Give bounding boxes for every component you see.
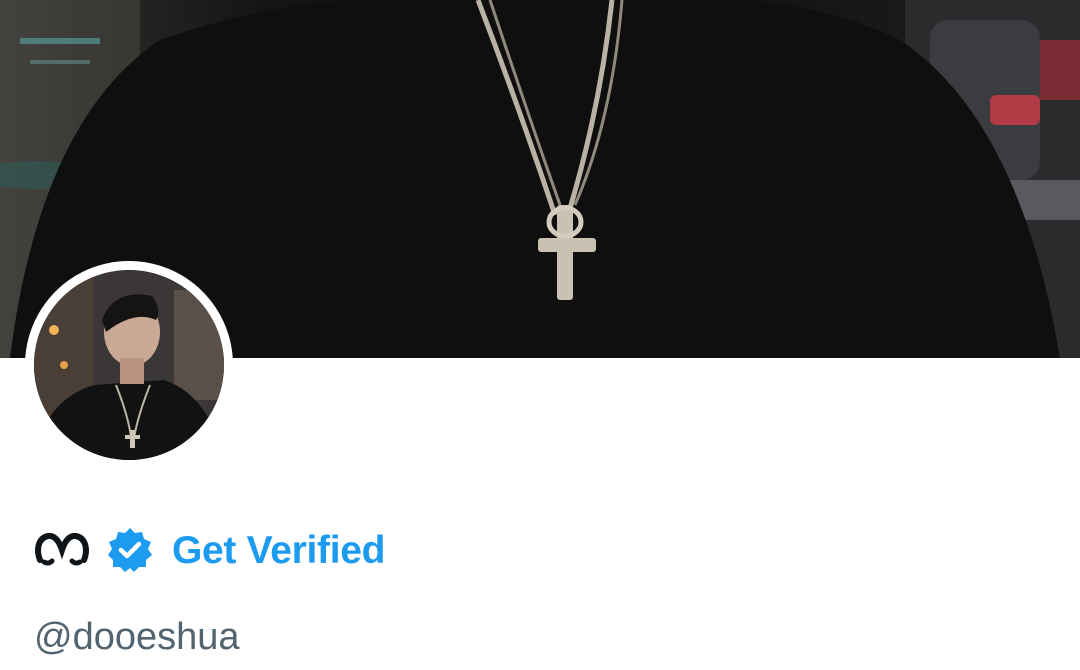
get-verified-link[interactable]: Get Verified <box>172 531 385 570</box>
verified-badge-icon[interactable] <box>106 526 154 574</box>
cursive-letter-m-icon <box>35 532 89 566</box>
profile-handle: @dooeshua <box>34 616 240 658</box>
profile-avatar[interactable] <box>25 261 233 469</box>
avatar-photo <box>34 270 224 460</box>
display-name-row: Get Verified <box>34 524 385 576</box>
